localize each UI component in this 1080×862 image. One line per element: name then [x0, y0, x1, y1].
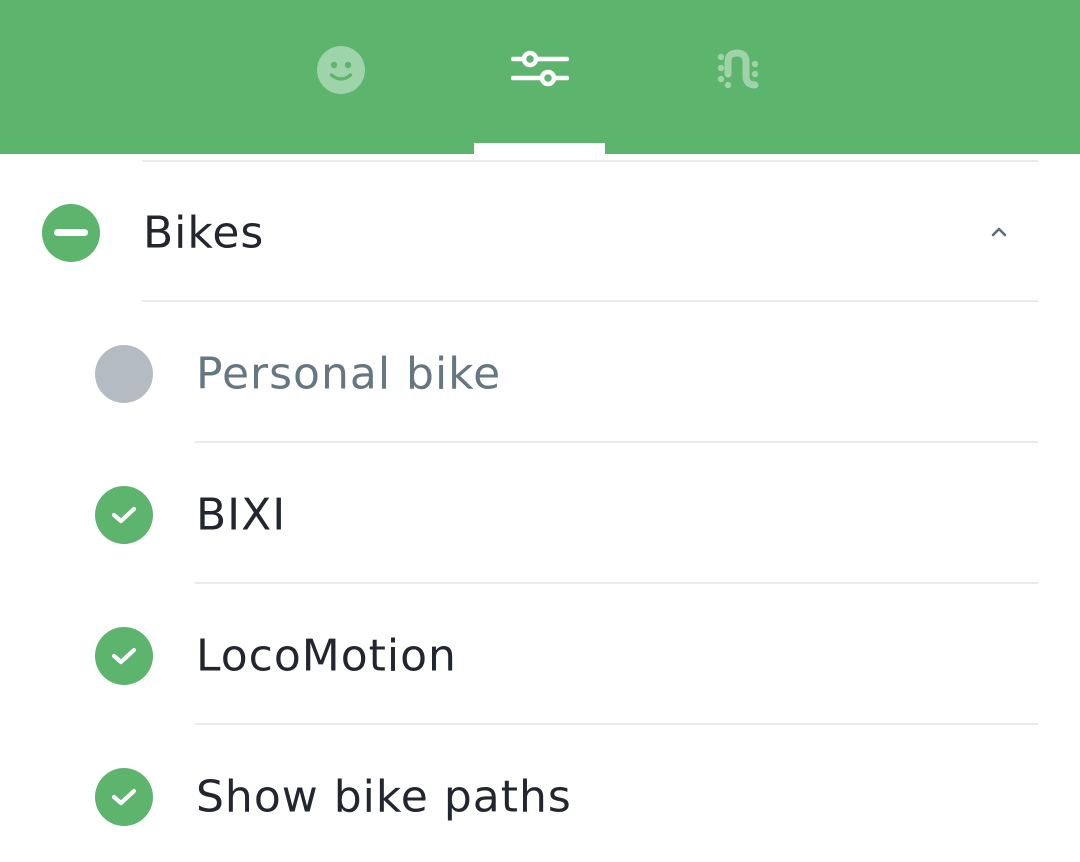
list-item-label: BIXI: [196, 489, 287, 541]
checked-circle[interactable]: [95, 486, 153, 544]
unchecked-circle[interactable]: [95, 345, 153, 403]
checkmark-icon: [111, 788, 137, 806]
section-header-bikes[interactable]: Bikes: [0, 163, 1080, 303]
checked-circle[interactable]: [95, 768, 153, 826]
minus-icon: [54, 229, 88, 236]
tab-bar: [0, 0, 1080, 154]
checked-circle[interactable]: [95, 627, 153, 685]
checkmark-icon: [111, 506, 137, 524]
chevron-up-icon[interactable]: [988, 221, 1010, 243]
selected-tab-indicator: [474, 143, 605, 154]
tab-profile[interactable]: [275, 0, 406, 154]
list-item-show-bike-paths[interactable]: Show bike paths: [0, 727, 1080, 862]
list-item-label: Personal bike: [196, 348, 502, 400]
app-root: Bikes Personal bike BIXI LocoMotion Show…: [0, 0, 1080, 862]
sliders-icon: [510, 50, 569, 87]
section-title: Bikes: [143, 207, 265, 259]
list-item-personal-bike[interactable]: Personal bike: [0, 304, 1080, 444]
tab-routes[interactable]: [673, 0, 804, 154]
list-item-bixi[interactable]: BIXI: [0, 445, 1080, 585]
partial-select-toggle[interactable]: [42, 204, 100, 262]
route-icon: [717, 49, 758, 89]
smiley-face-icon: [316, 46, 365, 94]
list-item-locomotion[interactable]: LocoMotion: [0, 586, 1080, 726]
list-item-label: LocoMotion: [196, 630, 457, 682]
divider: [142, 160, 1038, 162]
list-item-label: Show bike paths: [196, 771, 572, 823]
checkmark-icon: [111, 647, 137, 665]
tab-filters[interactable]: [474, 0, 605, 154]
